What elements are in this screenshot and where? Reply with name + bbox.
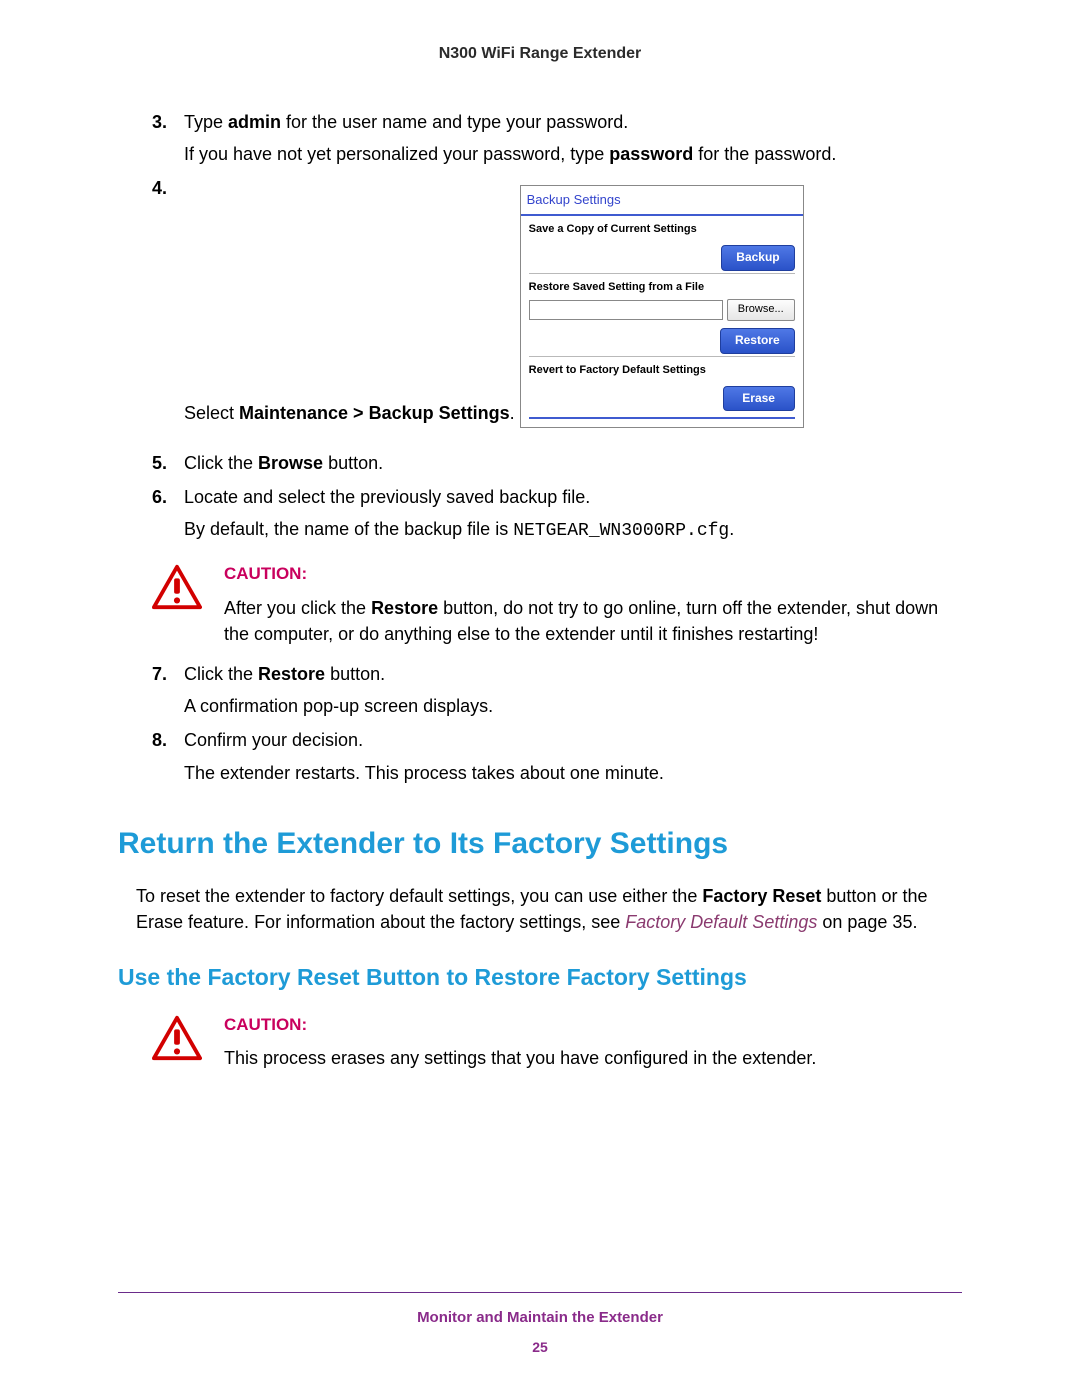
figure-sec3-label: Revert to Factory Default Settings — [529, 363, 795, 379]
step-4: 4. Select Maintenance > Backup Settings.… — [152, 175, 962, 442]
caution-block-1: CAUTION: After you click the Restore but… — [152, 562, 962, 647]
step-text: Select Maintenance > Backup Settings. — [184, 403, 515, 423]
footer-page-number: 25 — [118, 1337, 962, 1357]
caution-text: After you click the Restore button, do n… — [224, 595, 962, 647]
file-path-input[interactable] — [529, 300, 723, 320]
warning-icon — [152, 1015, 202, 1061]
step-number: 3. — [152, 109, 167, 135]
step-subtext: If you have not yet personalized your pa… — [184, 141, 962, 167]
step-text: Type admin for the user name and type yo… — [184, 112, 628, 132]
footer-section-title: Monitor and Maintain the Extender — [118, 1307, 962, 1329]
caution-label: CAUTION: — [224, 562, 962, 587]
step-7: 7. Click the Restore button. A confirmat… — [152, 661, 962, 719]
figure-sec2-label: Restore Saved Setting from a File — [529, 280, 795, 296]
step-8: 8. Confirm your decision. The extender r… — [152, 727, 962, 785]
caution-label: CAUTION: — [224, 1013, 962, 1038]
step-text: Locate and select the previously saved b… — [184, 487, 590, 507]
step-text: Click the Restore button. — [184, 664, 385, 684]
factory-intro-paragraph: To reset the extender to factory default… — [136, 883, 962, 935]
caution-block-2: CAUTION: This process erases any setting… — [152, 1013, 962, 1072]
step-number: 8. — [152, 727, 167, 753]
document-header: N300 WiFi Range Extender — [118, 42, 962, 65]
erase-button[interactable]: Erase — [723, 386, 795, 411]
step-subtext: The extender restarts. This process take… — [184, 760, 962, 786]
backup-button[interactable]: Backup — [721, 245, 794, 270]
footer-rule — [118, 1292, 962, 1293]
step-5: 5. Click the Browse button. — [152, 450, 962, 476]
restore-button[interactable]: Restore — [720, 328, 795, 353]
step-number: 5. — [152, 450, 167, 476]
figure-sec1-label: Save a Copy of Current Settings — [529, 222, 795, 238]
step-text: Click the Browse button. — [184, 453, 383, 473]
step-text: Confirm your decision. — [184, 730, 363, 750]
step-subtext: A confirmation pop-up screen displays. — [184, 693, 962, 719]
step-number: 6. — [152, 484, 167, 510]
step-subtext: By default, the name of the backup file … — [184, 516, 962, 544]
warning-icon — [152, 564, 202, 610]
browse-button[interactable]: Browse... — [727, 299, 795, 321]
figure-title: Backup Settings — [521, 186, 803, 216]
step-3: 3. Type admin for the user name and type… — [152, 109, 962, 167]
step-6: 6. Locate and select the previously save… — [152, 484, 962, 544]
step-number: 7. — [152, 661, 167, 687]
heading-use-factory-reset: Use the Factory Reset Button to Restore … — [118, 961, 962, 994]
step-number: 4. — [152, 175, 167, 201]
backup-settings-screenshot: Backup Settings Save a Copy of Current S… — [520, 185, 804, 428]
heading-factory-settings: Return the Extender to Its Factory Setti… — [118, 822, 962, 866]
caution-text: This process erases any settings that yo… — [224, 1045, 962, 1071]
xref-factory-default-settings[interactable]: Factory Default Settings — [625, 912, 817, 932]
